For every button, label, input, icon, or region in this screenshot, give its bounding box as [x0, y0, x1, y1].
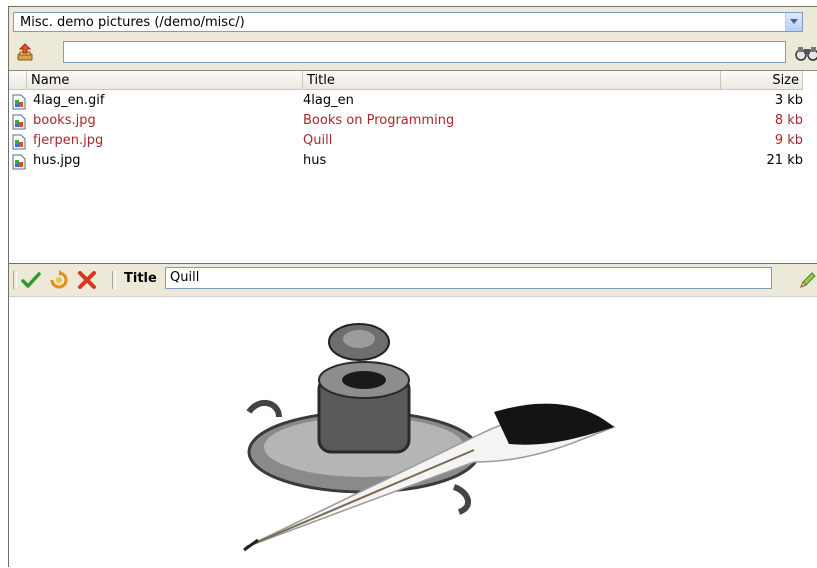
- pencil-icon[interactable]: [798, 270, 817, 290]
- toolbar-separator: [112, 271, 116, 289]
- file-title: 4lag_en: [303, 93, 354, 108]
- image-file-icon: [12, 114, 26, 130]
- file-row[interactable]: hus.jpg hus 21 kb: [9, 152, 817, 172]
- file-name: 4lag_en.gif: [33, 93, 105, 108]
- folder-select[interactable]: Misc. demo pictures (/demo/misc/): [13, 12, 803, 32]
- title-label: Title: [124, 271, 157, 286]
- inkwell-quill-picture: [243, 323, 616, 552]
- file-manager-window: Misc. demo pictures (/demo/misc/) Name T…: [8, 6, 817, 568]
- file-row[interactable]: books.jpg Books on Programming 8 kb: [9, 112, 817, 132]
- file-name: hus.jpg: [33, 153, 81, 168]
- file-size: 9 kb: [774, 133, 803, 148]
- upload-icon[interactable]: [15, 43, 35, 63]
- chevron-down-icon[interactable]: [785, 13, 802, 31]
- image-preview: [9, 296, 817, 568]
- header-icon-column: [9, 71, 27, 90]
- file-size: 8 kb: [774, 113, 803, 128]
- search-row: [9, 37, 817, 69]
- edit-toolbar: Title Quill: [9, 263, 817, 296]
- image-file-icon: [12, 134, 26, 150]
- file-list-header: Name Title Size: [9, 71, 817, 91]
- file-size: 3 kb: [774, 93, 803, 108]
- header-title[interactable]: Title: [303, 71, 721, 90]
- binoculars-icon[interactable]: [795, 45, 817, 61]
- file-name: books.jpg: [33, 113, 96, 128]
- file-name: fjerpen.jpg: [33, 133, 104, 148]
- search-input[interactable]: [63, 41, 786, 63]
- delete-x-icon[interactable]: [77, 270, 97, 290]
- folder-select-value: Misc. demo pictures (/demo/misc/): [20, 15, 245, 30]
- file-title: Quill: [303, 133, 333, 148]
- save-check-icon[interactable]: [21, 270, 41, 290]
- image-file-icon: [12, 154, 26, 170]
- file-row[interactable]: 4lag_en.gif 4lag_en 3 kb: [9, 92, 817, 112]
- toolbar-separator: [13, 271, 17, 289]
- file-row[interactable]: fjerpen.jpg Quill 9 kb: [9, 132, 817, 152]
- folder-select-row: Misc. demo pictures (/demo/misc/): [9, 7, 817, 37]
- file-size: 21 kb: [766, 153, 803, 168]
- file-title: hus: [303, 153, 327, 168]
- header-name[interactable]: Name: [27, 71, 303, 90]
- header-size[interactable]: Size: [721, 71, 803, 90]
- image-file-icon: [12, 94, 26, 110]
- file-title: Books on Programming: [303, 113, 455, 128]
- title-input[interactable]: Quill: [165, 267, 772, 289]
- file-list: Name Title Size 4lag_en.gif 4lag_en 3 kb…: [9, 70, 817, 263]
- refresh-icon[interactable]: [49, 270, 69, 290]
